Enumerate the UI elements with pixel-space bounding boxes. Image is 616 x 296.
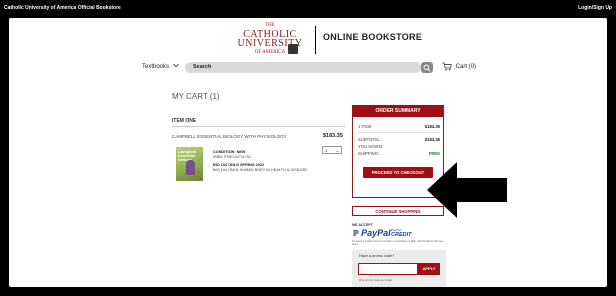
shipping-free-badge: FREE xyxy=(428,151,440,156)
summary-row: 1 ITEM $183.35 xyxy=(358,124,440,129)
divider xyxy=(172,126,345,127)
item-condition: CONDITION: NEW xyxy=(213,150,245,154)
summary-value: $183.35 xyxy=(424,137,440,142)
paypal-credit-logo: PayPal CREDIT xyxy=(391,228,411,238)
chevron-down-icon xyxy=(172,63,179,68)
paypal-logo: ℙ PayPal xyxy=(353,228,391,238)
promo-code-input[interactable] xyxy=(358,263,418,275)
logo-name-3: OF AMERICA xyxy=(254,50,286,55)
cart-label: Cart (0) xyxy=(455,64,477,71)
textbooks-menu[interactable]: Textbooks xyxy=(142,63,179,70)
paypal-wordmark: PayPal xyxy=(361,228,391,238)
paypal-credit-wordmark: CREDIT xyxy=(391,232,412,238)
section-value: BIO 104 ONLN SPRING 2022 xyxy=(213,163,265,167)
summary-row: SUBTOTAL: $183.35 xyxy=(358,137,440,142)
paypal-p-icon: ℙ xyxy=(353,229,359,238)
my-cart-heading: MY CART (1) xyxy=(172,92,220,101)
cart-link[interactable]: Cart (0) xyxy=(442,62,476,71)
item-isbn: ISBN: 9780134711751 xyxy=(213,155,252,159)
divider xyxy=(358,132,440,133)
search-label: Search xyxy=(193,64,212,70)
quantity-value: 1 xyxy=(325,148,328,153)
university-seal-icon xyxy=(288,44,298,54)
item-heading: ITEM ONE xyxy=(172,118,197,124)
top-bar: Catholic University of America Official … xyxy=(0,0,616,18)
item-section: BIO 104 ONLN SPRING 2022 xyxy=(213,163,264,167)
summary-label: SHIPPING: xyxy=(358,151,380,156)
condition-value: CONDITION: NEW xyxy=(213,150,246,154)
summary-label: YOU SAVED: xyxy=(358,144,384,149)
site-name[interactable]: Catholic University of America Official … xyxy=(4,5,121,11)
item-title[interactable]: CAMPBELL ESSENTIAL BIOLOGY WITH PHYSIOLO… xyxy=(172,134,287,139)
promo-question: Have a promo code? xyxy=(359,254,395,258)
summary-row: YOU SAVED: xyxy=(358,144,440,149)
item-course: BIO 104 ONLN HUMAN BODY IN HEALTH & DISE… xyxy=(213,168,307,172)
summary-row: SHIPPING: FREE xyxy=(358,151,440,156)
textbooks-label: Textbooks xyxy=(142,64,170,70)
search-icon xyxy=(423,64,431,72)
quantity-select[interactable]: 1 ⌄ xyxy=(322,146,342,154)
arrow-pointer-icon xyxy=(427,162,507,218)
item-price: $183.35 xyxy=(323,133,343,139)
proceed-to-checkout-button[interactable]: PROCEED TO CHECKOUT xyxy=(363,167,433,178)
summary-label: SUBTOTAL: xyxy=(358,137,381,142)
apply-promo-button[interactable]: APPLY xyxy=(418,263,440,275)
nav-row: Textbooks Search Cart (0) xyxy=(9,62,607,74)
summary-label: 1 ITEM xyxy=(358,124,372,129)
search-button[interactable] xyxy=(421,62,433,73)
bookstore-title[interactable]: ONLINE BOOKSTORE xyxy=(323,32,422,42)
chevron-down-icon: ⌄ xyxy=(335,147,339,153)
paypal-note: No Interest if paid in full in 6 months … xyxy=(352,240,444,246)
book-cover-image[interactable]: Campbell essential biology xyxy=(176,147,203,181)
page: THE CATHOLIC UNIVERSITY OF AMERICA ONLIN… xyxy=(9,18,607,287)
logo-name-2: UNIVERSITY xyxy=(237,38,303,49)
search-input[interactable]: Search xyxy=(185,62,421,73)
login-link[interactable]: Login/Sign Up xyxy=(578,5,612,11)
logo-divider xyxy=(315,26,316,54)
cart-icon xyxy=(442,62,452,71)
header: THE CATHOLIC UNIVERSITY OF AMERICA ONLIN… xyxy=(9,18,607,60)
summary-value: $183.35 xyxy=(424,124,440,129)
cover-flower-illustration xyxy=(186,160,195,175)
order-summary-heading: ORDER SUMMARY xyxy=(353,106,443,117)
promo-section: Have a promo code? APPLY One promo code … xyxy=(352,250,446,287)
we-accept-label: WE ACCEPT xyxy=(352,223,373,227)
university-logo[interactable]: THE CATHOLIC UNIVERSITY OF AMERICA xyxy=(229,21,311,57)
promo-note: One promo code per order xyxy=(359,278,392,282)
